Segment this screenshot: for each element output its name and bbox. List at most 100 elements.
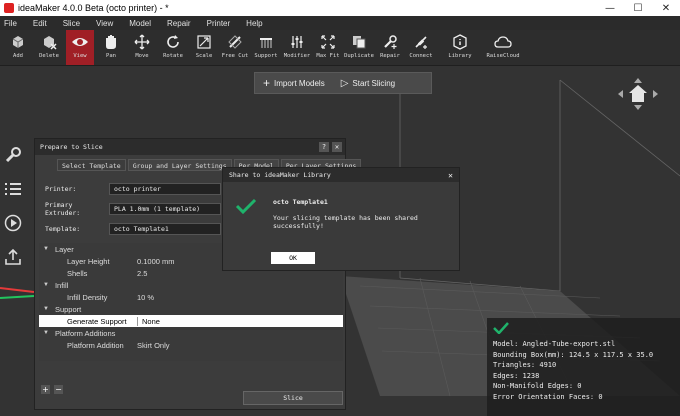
- checkmark-icon: [235, 198, 257, 217]
- setting-name: Platform Addition: [67, 340, 124, 350]
- close-button[interactable]: ✕: [652, 0, 680, 16]
- delete-button[interactable]: Delete: [35, 30, 63, 65]
- rotate-label: Rotate: [163, 53, 183, 59]
- repair-button[interactable]: Repair: [376, 30, 404, 65]
- support-button[interactable]: Support: [252, 30, 280, 65]
- help-button[interactable]: ?: [319, 142, 329, 152]
- template-field: Template: octo Template1: [45, 223, 221, 235]
- add-label: Add: [13, 53, 23, 59]
- modifier-button[interactable]: Modifier: [283, 30, 311, 65]
- setting-name: Shells: [67, 268, 88, 278]
- setting-value: 10 %: [137, 292, 155, 302]
- template-label: Template:: [45, 225, 81, 233]
- menu-model[interactable]: Model: [129, 19, 151, 28]
- minimize-button[interactable]: —: [596, 0, 624, 16]
- import-models-button[interactable]: + Import Models: [255, 76, 333, 90]
- add-setting-button[interactable]: +: [41, 385, 50, 394]
- menu-bar: File Edit Slice View Model Repair Printe…: [0, 16, 680, 30]
- free-cut-button[interactable]: Free Cut: [221, 30, 249, 65]
- setting-row[interactable]: Platform Addition Skirt Only: [39, 339, 343, 351]
- scale-button[interactable]: Scale: [190, 30, 218, 65]
- share-dialog-title-bar: Share to ideaMaker Library ✕: [223, 168, 459, 182]
- tab-select-template[interactable]: Select Template: [57, 159, 126, 171]
- setting-row[interactable]: Infill Density 10 %: [39, 291, 343, 303]
- menu-printer[interactable]: Printer: [207, 19, 231, 28]
- tab-group-layer-settings[interactable]: Group and Layer Settings: [127, 159, 232, 171]
- setting-name: Generate Support: [39, 316, 138, 326]
- menu-repair[interactable]: Repair: [167, 19, 191, 28]
- info-error-orientation-faces: Error Orientation Faces: 0: [493, 392, 603, 401]
- duplicate-icon: [350, 33, 368, 51]
- add-button[interactable]: Add: [4, 30, 32, 65]
- setting-value: None: [142, 316, 160, 326]
- rotate-button[interactable]: Rotate: [159, 30, 187, 65]
- extruder-label: Primary Extruder:: [45, 201, 81, 217]
- info-model-name: Model: Angled-Tube-export.stl: [493, 340, 616, 348]
- duplicate-button[interactable]: Duplicate: [344, 30, 374, 65]
- play-icon[interactable]: [2, 212, 24, 234]
- menu-edit[interactable]: Edit: [33, 19, 47, 28]
- view-button[interactable]: View: [66, 30, 94, 65]
- repair-label: Repair: [380, 53, 400, 59]
- eye-icon: [71, 33, 89, 51]
- pan-label: Pan: [106, 53, 116, 59]
- slice-button[interactable]: Slice: [243, 391, 343, 405]
- start-slicing-button[interactable]: ▷ Start Slicing: [333, 78, 403, 89]
- wrench-icon[interactable]: [2, 144, 24, 166]
- delete-label: Delete: [39, 53, 59, 59]
- free-cut-label: Free Cut: [221, 53, 249, 59]
- support-icon: [257, 33, 275, 51]
- maximize-button[interactable]: ☐: [624, 0, 652, 16]
- share-close-button[interactable]: ✕: [448, 171, 453, 180]
- ok-button[interactable]: OK: [271, 252, 315, 264]
- connect-icon: [412, 33, 430, 51]
- section-support[interactable]: ▼ Support: [39, 303, 343, 315]
- main-toolbar: Add Delete View Pan Move Rotate Scale Fr…: [0, 30, 680, 66]
- move-button[interactable]: Move: [128, 30, 156, 65]
- library-icon: [451, 33, 469, 51]
- list-icon[interactable]: [2, 178, 24, 200]
- share-message: Your slicing template has been shared su…: [273, 214, 418, 230]
- remove-setting-button[interactable]: −: [54, 385, 63, 394]
- upload-icon[interactable]: [2, 246, 24, 268]
- library-label: Library: [448, 53, 472, 59]
- menu-file[interactable]: File: [4, 19, 17, 28]
- duplicate-label: Duplicate: [344, 53, 374, 59]
- pan-button[interactable]: Pan: [97, 30, 125, 65]
- hand-icon: [102, 33, 120, 51]
- view-navigator[interactable]: [614, 76, 662, 112]
- max-fit-icon: [319, 33, 337, 51]
- section-label: Platform Additions: [54, 328, 116, 338]
- modifier-label: Modifier: [283, 53, 311, 59]
- section-infill[interactable]: ▼ Infill: [39, 279, 343, 291]
- printer-select[interactable]: octo printer: [109, 183, 221, 195]
- template-select[interactable]: octo Template1: [109, 223, 221, 235]
- modifier-icon: [288, 33, 306, 51]
- setting-name: Layer Height: [67, 256, 110, 266]
- max-fit-label: Max Fit: [316, 53, 340, 59]
- connect-button[interactable]: Connect: [407, 30, 435, 65]
- extruder-field: Primary Extruder: PLA 1.0mm (1 template): [45, 201, 221, 217]
- prepare-close-button[interactable]: ✕: [332, 142, 342, 152]
- printer-label: Printer:: [45, 185, 77, 193]
- import-models-label: Import Models: [274, 78, 325, 88]
- repair-icon: [381, 33, 399, 51]
- menu-slice[interactable]: Slice: [63, 19, 80, 28]
- title-bar: ideaMaker 4.0.0 Beta (octo printer) - * …: [0, 0, 680, 16]
- move-label: Move: [135, 53, 149, 59]
- menu-view[interactable]: View: [96, 19, 113, 28]
- printer-field: Printer: octo printer: [45, 183, 221, 195]
- library-button[interactable]: Library: [444, 30, 476, 65]
- extruder-select[interactable]: PLA 1.0mm (1 template): [109, 203, 221, 215]
- setting-row-selected[interactable]: Generate Support None: [39, 315, 343, 327]
- share-dialog-title: Share to ideaMaker Library: [229, 171, 331, 179]
- app-logo-icon: [4, 3, 14, 13]
- add-remove-controls: + −: [41, 385, 67, 394]
- section-platform-additions[interactable]: ▼ Platform Additions: [39, 327, 343, 339]
- max-fit-button[interactable]: Max Fit: [314, 30, 342, 65]
- share-dialog: Share to ideaMaker Library ✕ octo Templa…: [222, 167, 460, 271]
- collapse-triangle-icon: ▼: [43, 246, 49, 252]
- info-bounding-box: Bounding Box(mm): 124.5 x 117.5 x 35.0: [493, 350, 654, 359]
- raisecloud-button[interactable]: RaiseCloud: [485, 30, 521, 65]
- menu-help[interactable]: Help: [246, 19, 262, 28]
